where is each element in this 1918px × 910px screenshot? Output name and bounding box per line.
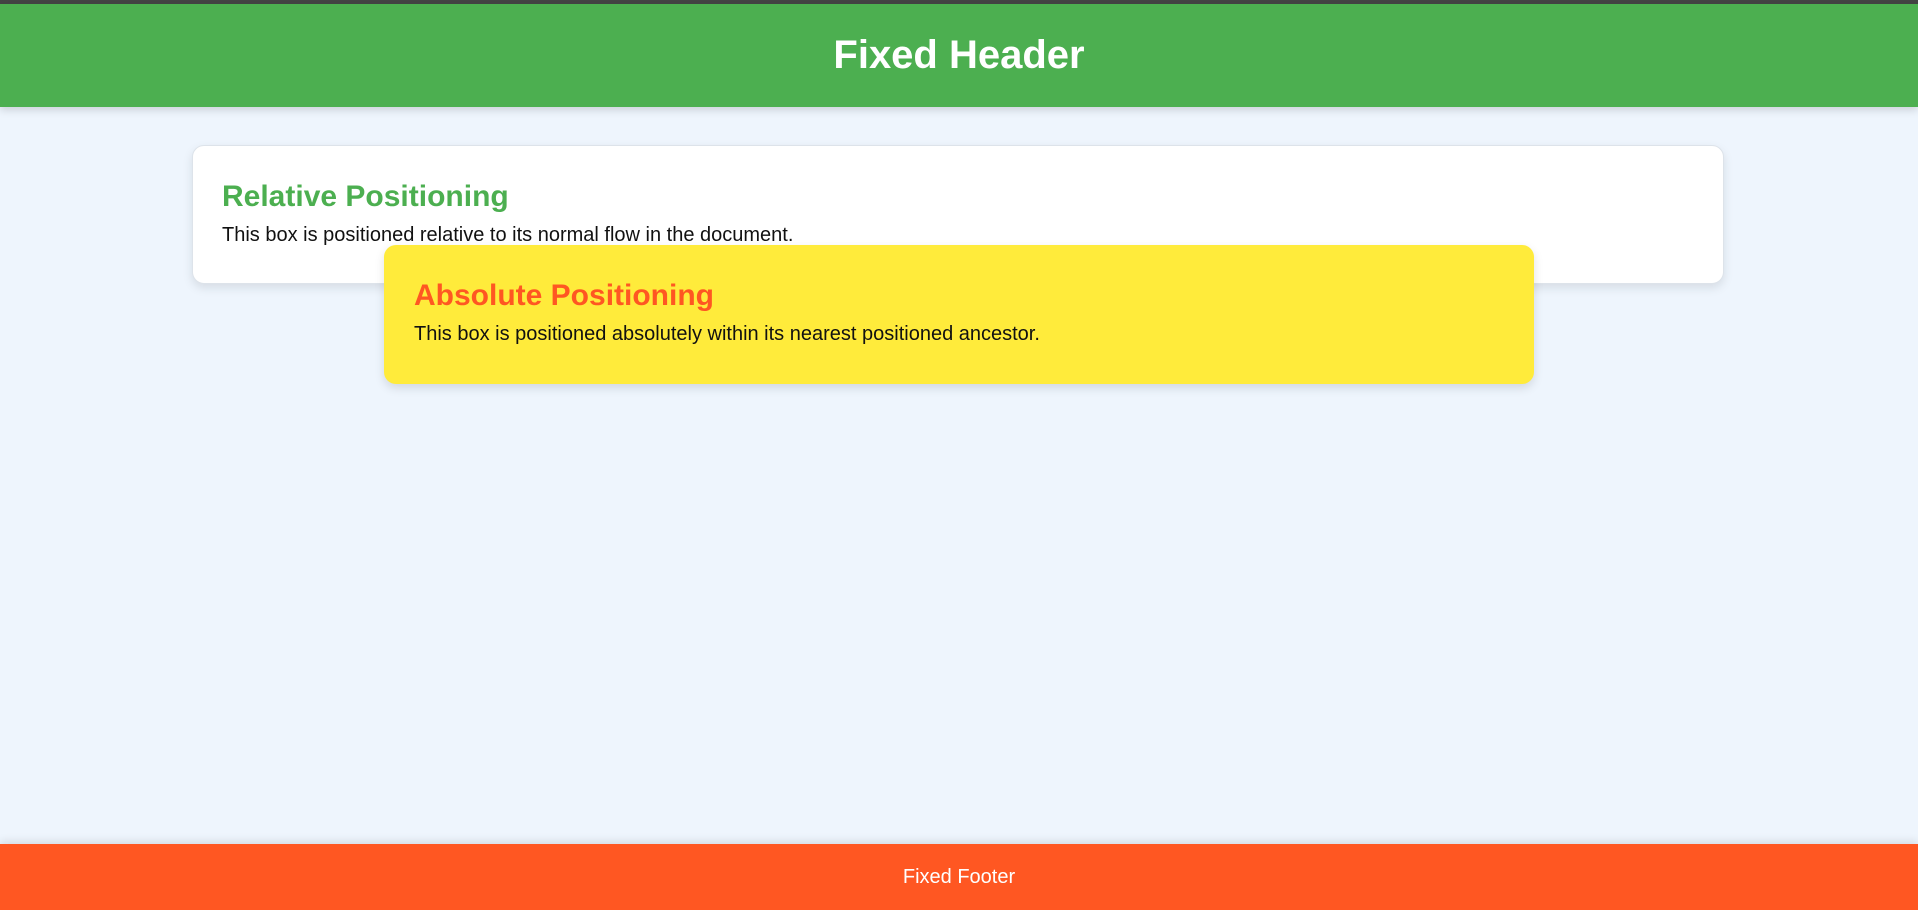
header-title: Fixed Header [833, 33, 1085, 77]
fixed-footer: Fixed Footer [0, 844, 1918, 910]
absolute-box-title: Absolute Positioning [414, 279, 714, 312]
relative-box-title: Relative Positioning [222, 180, 509, 213]
relative-box-text: This box is positioned relative to its n… [222, 224, 794, 246]
absolute-positioning-box: Absolute Positioning This box is positio… [384, 245, 1534, 384]
fixed-header: Fixed Header [0, 4, 1918, 107]
footer-text: Fixed Footer [902, 865, 1016, 888]
absolute-box-text: This box is positioned absolutely within… [414, 323, 1040, 345]
